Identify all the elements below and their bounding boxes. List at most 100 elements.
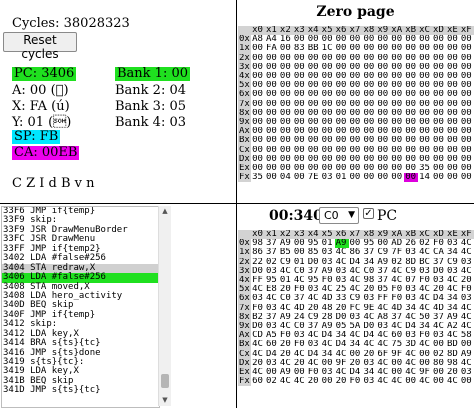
byte-cell: A9 (279, 368, 291, 378)
byte-cell: 07 (405, 276, 417, 286)
byte-cell: 4C (419, 285, 430, 295)
byte-cell: 02 (391, 257, 403, 267)
byte-cell: A4 (265, 35, 277, 45)
byte-cell: 20 (307, 377, 319, 387)
byte-cell: F0 (279, 331, 291, 341)
byte-cell: 4C (419, 303, 430, 313)
reset-cycles-button[interactable]: Reset cycles (3, 32, 77, 61)
row-header: 3x (238, 266, 252, 277)
byte-cell: 4D (321, 294, 333, 304)
byte-cell: 00 (404, 173, 419, 183)
byte-cell: 00 (307, 127, 319, 137)
byte-cell: 48 (321, 303, 333, 313)
byte-cell: 00 (335, 81, 347, 91)
byte-cell: 00 (321, 154, 333, 164)
byte-cell: 00 (293, 136, 305, 146)
byte-cell: 00 (377, 99, 389, 109)
byte-cell: 00 (335, 108, 347, 118)
byte-cell: 00 (405, 164, 417, 174)
byte-cell: 00 (377, 81, 389, 91)
listing-line[interactable]: 341D JMP s{ts}{tc} (2, 385, 159, 395)
byte-cell: C0 (293, 322, 305, 332)
byte-cell: 00 (391, 53, 403, 63)
scrollbar-thumb[interactable] (161, 374, 169, 388)
bank-select[interactable]: C0 ▼ (319, 207, 359, 224)
byte-cell: 00 (293, 127, 305, 137)
byte-cell: 4C (460, 358, 472, 368)
pc-checkbox[interactable]: ✓ (363, 208, 374, 219)
byte-cell: 00 (460, 145, 472, 155)
byte-cell: 00 (433, 118, 444, 128)
byte-cell: 1C (321, 44, 333, 54)
byte-cell: 37 (433, 312, 444, 322)
byte-cell: 00 (335, 154, 347, 164)
byte-cell: 8D (446, 349, 458, 359)
byte-cell: 03 (433, 331, 444, 341)
byte-cell: D0 (363, 322, 375, 332)
byte-cell: 00 (335, 99, 347, 109)
byte-cell: 9F (335, 358, 347, 368)
byte-cell: C0 (293, 266, 305, 276)
byte-cell: 00 (419, 349, 430, 359)
table-row: Ex 00 00 00 00 00 00 00 00 00 00 00 00 35 00 00 00 (238, 164, 474, 174)
byte-cell: 00 (252, 81, 263, 91)
byte-cell: 00 (363, 72, 375, 82)
byte-cell: 00 (349, 90, 361, 100)
byte-cell: 00 (279, 72, 291, 82)
byte-cell: 00 (433, 62, 444, 72)
byte-cell: 00 (279, 164, 291, 174)
column-header: x7 (348, 26, 363, 36)
byte-cell: 00 (363, 108, 375, 118)
byte-cell: 00 (321, 62, 333, 72)
row-header: 8x (238, 312, 252, 323)
scroll-down-icon[interactable]: ▼ (161, 396, 169, 404)
byte-cell: C0 (279, 294, 291, 304)
byte-cell: 03 (446, 266, 458, 276)
byte-cell: F0 (419, 276, 430, 286)
column-header: x5 (320, 230, 335, 240)
byte-cell: 00 (377, 154, 389, 164)
disassembly-listbox[interactable]: 33F6 JMP if{temp} 33F9 skip: 33F9 JSR Draw… (1, 206, 160, 408)
byte-cell: 00 (433, 90, 444, 100)
byte-cell: 00 (293, 99, 305, 109)
byte-cell: 00 (335, 72, 347, 82)
byte-cell: 00 (307, 90, 319, 100)
byte-cell: 00 (377, 127, 389, 137)
table-row: 7x F0 03 4C 4D 20 48 20 FC 9E 4C 4D 34 4C 4D 34 4C (238, 303, 474, 313)
row-header: 6x (238, 90, 252, 100)
byte-cell: 00 (460, 340, 472, 350)
scroll-up-icon[interactable]: ▲ (161, 207, 169, 215)
table-row: Bx 4C 60 20 F0 03 4C D4 34 4C 4C 75 3D 4C 00 BD 00 (238, 340, 474, 350)
byte-cell: 00 (433, 173, 444, 183)
byte-cell: 03 (433, 276, 444, 286)
ca-register: CA: 00EB (12, 145, 80, 160)
byte-cell: 00 (405, 99, 417, 109)
column-header: xF (459, 26, 474, 36)
byte-cell: 00 (405, 53, 417, 63)
byte-cell: 00 (252, 136, 263, 146)
byte-cell: 20 (363, 285, 375, 295)
byte-cell: 00 (377, 136, 389, 146)
y-register: Y: 01 () (12, 115, 72, 130)
byte-cell: 00 (446, 53, 458, 63)
byte-cell: 00 (321, 53, 333, 63)
byte-cell: 05 (335, 322, 347, 332)
byte-cell: C9 (349, 294, 361, 304)
byte-cell: F0 (307, 368, 319, 378)
byte-cell: 00 (363, 99, 375, 109)
byte-cell: 00 (335, 164, 347, 174)
byte-cell: 4C (377, 331, 389, 341)
byte-cell: 03 (446, 239, 458, 249)
byte-cell: 22 (252, 257, 263, 267)
byte-cell: 00 (419, 53, 430, 63)
byte-cell: 00 (377, 90, 389, 100)
byte-cell: 33 (335, 294, 347, 304)
byte-cell: 86 (252, 248, 263, 258)
byte-cell: 20 (293, 358, 305, 368)
byte-cell: 60 (265, 340, 277, 350)
row-header: 5x (238, 81, 252, 91)
byte-cell: 00 (377, 62, 389, 72)
byte-cell: 20 (349, 358, 361, 368)
column-header: x6 (334, 26, 349, 36)
listing-scrollbar[interactable]: ▲ ▼ (158, 206, 171, 406)
